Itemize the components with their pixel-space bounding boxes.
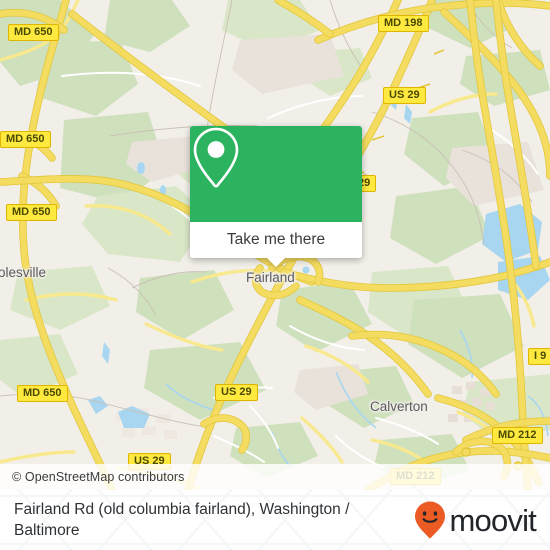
shield-md-650-a[interactable]: MD 650 xyxy=(8,24,59,41)
footer-bar: Fairland Rd (old columbia fairland), Was… xyxy=(0,490,550,550)
take-me-there-button[interactable]: Take me there xyxy=(190,222,362,267)
moovit-map-screenshot: .grn{fill:#cfe0bd;} .grn2{fill:#d9e7c8;}… xyxy=(0,0,550,550)
shield-md-212-a[interactable]: MD 212 xyxy=(492,427,543,444)
place-label-colesville: olesville xyxy=(0,265,47,280)
shield-md-650-d[interactable]: MD 650 xyxy=(17,385,68,402)
shield-md-650-b[interactable]: MD 650 xyxy=(0,131,51,148)
map-canvas[interactable]: .grn{fill:#cfe0bd;} .grn2{fill:#d9e7c8;}… xyxy=(0,0,550,490)
location-popup-card[interactable]: Take me there xyxy=(190,126,362,267)
shield-md-650-c[interactable]: MD 650 xyxy=(6,204,57,221)
popup-header xyxy=(190,126,362,222)
osm-attribution-text: © OpenStreetMap contributors xyxy=(12,470,185,484)
shield-us-29-a[interactable]: US 29 xyxy=(383,87,426,104)
shield-md-198[interactable]: MD 198 xyxy=(378,15,429,32)
page-title: Fairland Rd (old columbia fairland), Was… xyxy=(14,501,350,539)
moovit-logo[interactable]: moovit xyxy=(413,500,537,540)
shield-us-29-c[interactable]: US 29 xyxy=(215,384,258,401)
place-label-calverton: Calverton xyxy=(370,399,428,414)
moovit-wordmark: moovit xyxy=(449,502,536,538)
take-me-there-label: Take me there xyxy=(226,231,326,248)
popup-pointer-tail xyxy=(267,258,285,267)
map-pin-icon xyxy=(193,127,239,188)
moovit-pin-smiley-icon xyxy=(415,501,446,539)
place-label-fairland: Fairland xyxy=(246,270,295,285)
shield-i-95[interactable]: I 9 xyxy=(528,348,550,365)
osm-attribution[interactable]: © OpenStreetMap contributors xyxy=(0,464,550,490)
